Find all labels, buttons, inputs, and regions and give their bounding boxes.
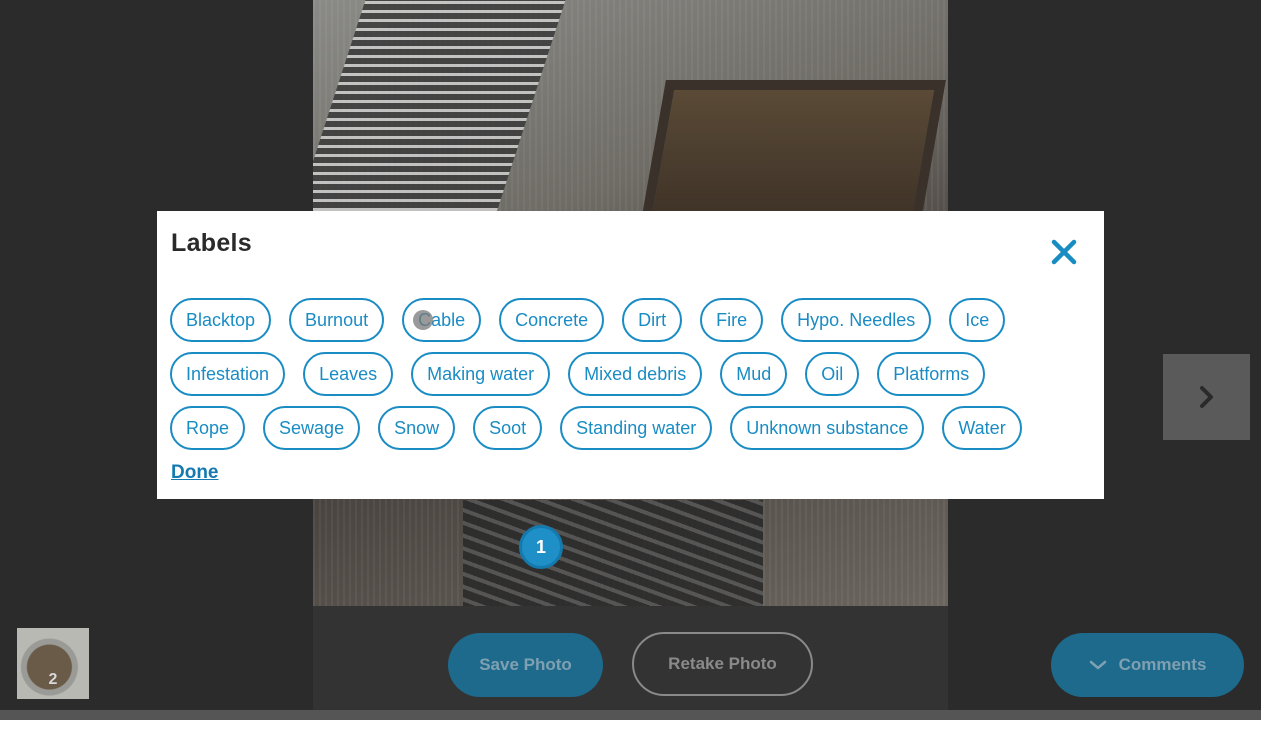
label-chip-soot[interactable]: Soot bbox=[473, 406, 543, 450]
chevron-down-icon bbox=[1089, 660, 1106, 670]
label-chip-oil[interactable]: Oil bbox=[805, 352, 860, 396]
close-button[interactable] bbox=[1049, 237, 1079, 267]
label-chip-hypo-needles[interactable]: Hypo. Needles bbox=[781, 298, 932, 342]
labels-modal: Labels Blacktop Burnout Cable Concrete D… bbox=[157, 211, 1104, 499]
comments-label: Comments bbox=[1118, 655, 1207, 674]
save-photo-button[interactable]: Save Photo bbox=[448, 633, 603, 697]
label-chip-concrete[interactable]: Concrete bbox=[499, 298, 605, 342]
label-chip-fire[interactable]: Fire bbox=[700, 298, 764, 342]
next-photo-button[interactable] bbox=[1163, 354, 1250, 440]
retake-photo-button[interactable]: Retake Photo bbox=[632, 632, 813, 696]
label-chip-infestation[interactable]: Infestation bbox=[170, 352, 286, 396]
label-chip-standing-water[interactable]: Standing water bbox=[560, 406, 713, 450]
close-icon bbox=[1051, 239, 1077, 265]
label-chip-mixed-debris[interactable]: Mixed debris bbox=[568, 352, 703, 396]
photo-cables bbox=[463, 500, 763, 606]
photo-thumbnail[interactable]: 2 bbox=[17, 628, 89, 699]
label-chip-sewage[interactable]: Sewage bbox=[263, 406, 361, 450]
label-chip-burnout[interactable]: Burnout bbox=[289, 298, 385, 342]
photo-grate bbox=[313, 0, 572, 220]
label-chip-ice[interactable]: Ice bbox=[949, 298, 1006, 342]
label-chip-row: Infestation Leaves Making water Mixed de… bbox=[170, 352, 986, 396]
label-chip-mud[interactable]: Mud bbox=[720, 352, 788, 396]
label-chip-rope[interactable]: Rope bbox=[170, 406, 246, 450]
bottom-edge bbox=[0, 720, 1261, 735]
label-chip-row: Rope Sewage Snow Soot Standing water Unk… bbox=[170, 406, 1022, 450]
label-chip-row: Blacktop Burnout Cable Concrete Dirt Fir… bbox=[170, 298, 1006, 342]
label-chip-leaves[interactable]: Leaves bbox=[303, 352, 394, 396]
modal-title: Labels bbox=[171, 229, 252, 257]
thumbnail-count: 2 bbox=[48, 671, 58, 688]
comments-button[interactable]: Comments bbox=[1051, 633, 1244, 697]
photo-pin-marker[interactable]: 1 bbox=[519, 525, 563, 569]
done-link[interactable]: Done bbox=[171, 462, 219, 484]
label-chip-snow[interactable]: Snow bbox=[378, 406, 456, 450]
label-chip-making-water[interactable]: Making water bbox=[411, 352, 551, 396]
label-chip-blacktop[interactable]: Blacktop bbox=[170, 298, 272, 342]
label-chip-dirt[interactable]: Dirt bbox=[622, 298, 683, 342]
bottom-strip bbox=[0, 710, 1261, 720]
label-chip-unknown-substance[interactable]: Unknown substance bbox=[730, 406, 925, 450]
chevron-right-icon bbox=[1199, 386, 1213, 408]
label-chip-platforms[interactable]: Platforms bbox=[877, 352, 986, 396]
photo-bottom-shade bbox=[313, 606, 948, 710]
label-chip-water[interactable]: Water bbox=[942, 406, 1022, 450]
mouse-cursor bbox=[413, 310, 433, 330]
